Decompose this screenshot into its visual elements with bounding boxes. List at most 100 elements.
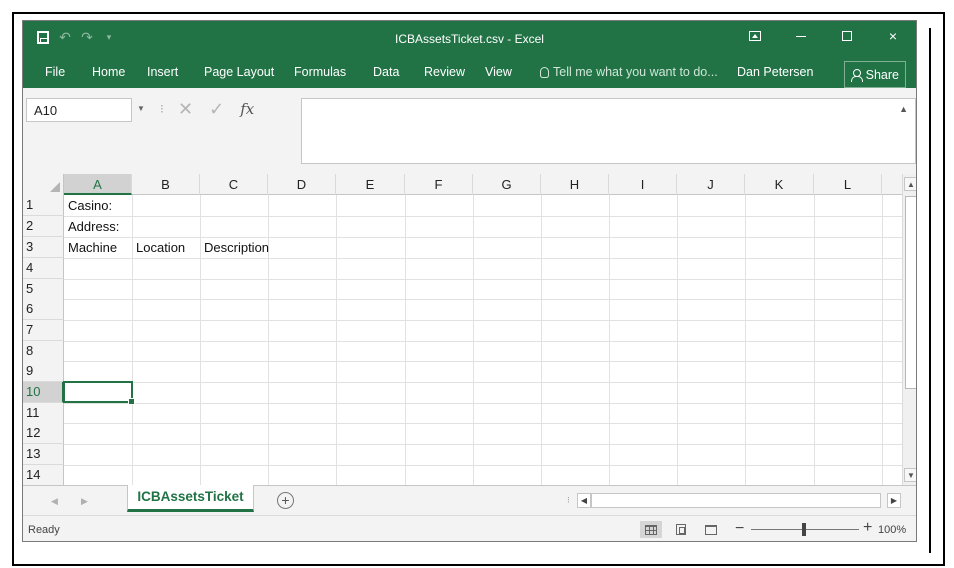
close-button[interactable]: × bbox=[870, 21, 916, 51]
tab-formulas[interactable]: Formulas bbox=[294, 65, 346, 79]
person-icon bbox=[850, 68, 863, 82]
gridline bbox=[473, 195, 474, 485]
cell-a3[interactable]: Machine bbox=[65, 238, 117, 258]
tab-page-layout[interactable]: Page Layout bbox=[204, 65, 274, 79]
row-header[interactable]: 2 bbox=[23, 216, 64, 237]
tab-data[interactable]: Data bbox=[373, 65, 399, 79]
cancel-icon[interactable]: ✕ bbox=[178, 99, 193, 120]
minimize-button[interactable] bbox=[778, 21, 824, 51]
cell-c3[interactable]: Description bbox=[201, 238, 269, 258]
cell-a1[interactable]: Casino: bbox=[65, 196, 112, 216]
page-layout-view-button[interactable] bbox=[670, 521, 692, 538]
lightbulb-icon bbox=[540, 66, 549, 78]
column-header-h[interactable]: H bbox=[541, 174, 609, 195]
chevron-down-icon[interactable]: ▼ bbox=[137, 104, 145, 113]
row-header[interactable]: 1 bbox=[23, 195, 64, 216]
column-header-b[interactable]: B bbox=[132, 174, 200, 195]
zoom-slider-thumb[interactable] bbox=[802, 523, 806, 536]
zoom-out-button[interactable]: − bbox=[735, 520, 744, 538]
row-header[interactable]: 12 bbox=[23, 423, 64, 444]
tab-review[interactable]: Review bbox=[424, 65, 465, 79]
worksheet-grid[interactable]: A B C D E F G H I J K L 1 2 3 4 5 6 7 8 … bbox=[23, 174, 902, 485]
scroll-up-icon[interactable]: ▲ bbox=[904, 177, 916, 191]
cell-a2[interactable]: Address: bbox=[65, 217, 119, 237]
row-header[interactable]: 14 bbox=[23, 465, 64, 485]
share-button[interactable]: Share bbox=[843, 61, 906, 88]
user-name[interactable]: Dan Petersen bbox=[737, 65, 813, 79]
row-header[interactable]: 11 bbox=[23, 403, 64, 424]
row-header[interactable]: 4 bbox=[23, 258, 64, 279]
scroll-down-icon[interactable]: ▼ bbox=[904, 468, 916, 482]
gridline bbox=[677, 195, 678, 485]
zoom-in-button[interactable]: + bbox=[863, 519, 872, 537]
row-header[interactable]: 9 bbox=[23, 361, 64, 382]
sheet-tab-icbassetsticket[interactable]: ICBAssetsTicket bbox=[127, 485, 254, 512]
tell-me-box[interactable]: Tell me what you want to do... bbox=[540, 65, 718, 79]
horizontal-scrollbar[interactable] bbox=[591, 493, 881, 508]
scroll-left-icon[interactable]: ◀ bbox=[577, 493, 591, 508]
cell-b3[interactable]: Location bbox=[133, 238, 185, 258]
gridline bbox=[64, 258, 902, 259]
column-headers: A B C D E F G H I J K L bbox=[23, 174, 902, 195]
gridline bbox=[64, 444, 902, 445]
title-bar: ↶ ↷ ▾ ICBAssetsTicket.csv - Excel × bbox=[23, 21, 916, 61]
maximize-icon bbox=[842, 31, 852, 41]
status-bar: Ready − + 100% bbox=[23, 515, 916, 541]
name-box[interactable]: A10 bbox=[26, 98, 132, 122]
select-all-button[interactable] bbox=[23, 174, 64, 195]
gridline bbox=[405, 195, 406, 485]
column-header-l[interactable]: L bbox=[814, 174, 882, 195]
zoom-level[interactable]: 100% bbox=[878, 524, 906, 536]
enter-icon[interactable]: ✓ bbox=[209, 99, 224, 120]
minimize-icon bbox=[796, 35, 806, 37]
gridline bbox=[64, 279, 902, 280]
column-header-c[interactable]: C bbox=[200, 174, 268, 195]
row-header[interactable]: 13 bbox=[23, 444, 64, 465]
page-break-view-button[interactable] bbox=[700, 521, 722, 538]
scroll-right-icon[interactable]: ▶ bbox=[887, 493, 901, 508]
maximize-button[interactable] bbox=[824, 21, 870, 51]
tab-split-handle[interactable]: ⁝ bbox=[567, 495, 570, 506]
gridline bbox=[609, 195, 610, 485]
tab-file[interactable]: File bbox=[45, 65, 65, 79]
column-header-d[interactable]: D bbox=[268, 174, 336, 195]
page-layout-icon bbox=[676, 524, 686, 535]
ribbon-tabs: File Home Insert Page Layout Formulas Da… bbox=[23, 61, 916, 88]
scrollbar-thumb[interactable] bbox=[905, 196, 916, 389]
row-header[interactable]: 3 bbox=[23, 237, 64, 258]
tab-insert[interactable]: Insert bbox=[147, 65, 178, 79]
collapse-formula-bar-icon[interactable]: ▲ bbox=[899, 104, 908, 114]
formula-input[interactable] bbox=[301, 98, 916, 164]
ribbon-display-options-button[interactable] bbox=[732, 21, 778, 51]
gridline bbox=[64, 403, 902, 404]
row-header[interactable]: 6 bbox=[23, 299, 64, 320]
column-header-e[interactable]: E bbox=[336, 174, 405, 195]
window-controls: × bbox=[732, 21, 916, 51]
gridline bbox=[64, 465, 902, 466]
gridline bbox=[64, 341, 902, 342]
row-header[interactable]: 7 bbox=[23, 320, 64, 341]
tab-view[interactable]: View bbox=[485, 65, 512, 79]
ribbon-display-options-icon bbox=[749, 31, 761, 41]
next-sheet-icon[interactable]: ▶ bbox=[81, 496, 88, 507]
gridline bbox=[64, 299, 902, 300]
gridline bbox=[64, 361, 902, 362]
tab-home[interactable]: Home bbox=[92, 65, 125, 79]
column-header-a[interactable]: A bbox=[64, 174, 132, 195]
column-header-i[interactable]: I bbox=[609, 174, 677, 195]
column-header-k[interactable]: K bbox=[745, 174, 814, 195]
tell-me-text: Tell me what you want to do... bbox=[553, 65, 718, 79]
insert-function-button[interactable]: fx bbox=[240, 100, 254, 118]
column-header-f[interactable]: F bbox=[405, 174, 473, 195]
active-cell-a10[interactable] bbox=[63, 381, 135, 405]
normal-view-icon bbox=[645, 524, 657, 535]
normal-view-button[interactable] bbox=[640, 521, 662, 538]
previous-sheet-icon[interactable]: ◀ bbox=[51, 496, 58, 507]
column-header-g[interactable]: G bbox=[473, 174, 541, 195]
new-sheet-button[interactable]: + bbox=[277, 492, 294, 509]
row-header-selected[interactable]: 10 bbox=[23, 382, 64, 403]
row-header[interactable]: 5 bbox=[23, 279, 64, 300]
vertical-scrollbar[interactable]: ▲ ▼ bbox=[902, 174, 916, 485]
column-header-j[interactable]: J bbox=[677, 174, 745, 195]
row-header[interactable]: 8 bbox=[23, 341, 64, 362]
